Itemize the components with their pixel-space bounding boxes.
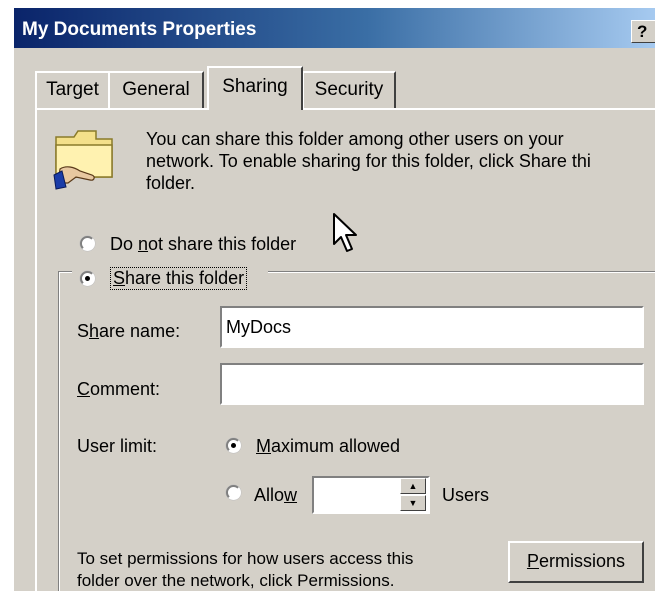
do-not-share-radio[interactable] bbox=[80, 236, 95, 251]
help-button[interactable]: ? bbox=[631, 20, 655, 43]
permissions-description: To set permissions for how users access … bbox=[77, 548, 413, 591]
allow-users-radio[interactable] bbox=[226, 485, 241, 500]
tab-sharing[interactable]: Sharing bbox=[207, 66, 303, 110]
permissions-line: folder over the network, click Permissio… bbox=[77, 571, 395, 590]
share-this-folder-radio[interactable] bbox=[80, 271, 95, 286]
comment-input[interactable] bbox=[220, 363, 644, 405]
maximum-allowed-label[interactable]: Maximum allowed bbox=[256, 436, 400, 457]
do-not-share-label[interactable]: Do not share this folder bbox=[110, 234, 296, 255]
description-line: You can share this folder among other us… bbox=[146, 129, 564, 149]
tab-panel-border bbox=[35, 108, 655, 110]
maximum-allowed-radio[interactable] bbox=[226, 438, 241, 453]
user-limit-label: User limit: bbox=[77, 436, 157, 456]
tab-security[interactable]: Security bbox=[302, 71, 396, 108]
allow-users-label[interactable]: Allow bbox=[254, 485, 297, 506]
spin-down-icon[interactable]: ▼ bbox=[400, 495, 426, 511]
description-line: network. To enable sharing for this fold… bbox=[146, 151, 591, 171]
properties-dialog: My Documents Properties ? Target General… bbox=[14, 8, 655, 591]
spin-up-icon[interactable]: ▲ bbox=[400, 478, 426, 494]
window-title: My Documents Properties bbox=[22, 19, 257, 40]
mouse-cursor-icon bbox=[333, 213, 357, 252]
allow-users-spinner[interactable]: ▲ ▼ bbox=[312, 476, 430, 514]
shared-folder-icon bbox=[53, 130, 113, 190]
share-this-folder-label[interactable]: Share this folder bbox=[110, 267, 248, 290]
tab-general[interactable]: General bbox=[108, 71, 204, 108]
permissions-button[interactable]: Permissions bbox=[508, 541, 644, 583]
description-line: folder. bbox=[146, 173, 196, 193]
share-name-label: Share name: bbox=[77, 321, 181, 341]
tab-target[interactable]: Target bbox=[35, 71, 110, 108]
comment-label: Comment: bbox=[77, 379, 161, 399]
tab-panel-border-left bbox=[35, 108, 37, 591]
users-label: Users bbox=[442, 485, 490, 505]
permissions-line: To set permissions for how users access … bbox=[77, 549, 414, 568]
sharing-description: You can share this folder among other us… bbox=[146, 128, 655, 194]
share-name-input[interactable] bbox=[220, 306, 644, 348]
title-bar[interactable]: My Documents Properties ? bbox=[14, 8, 655, 48]
